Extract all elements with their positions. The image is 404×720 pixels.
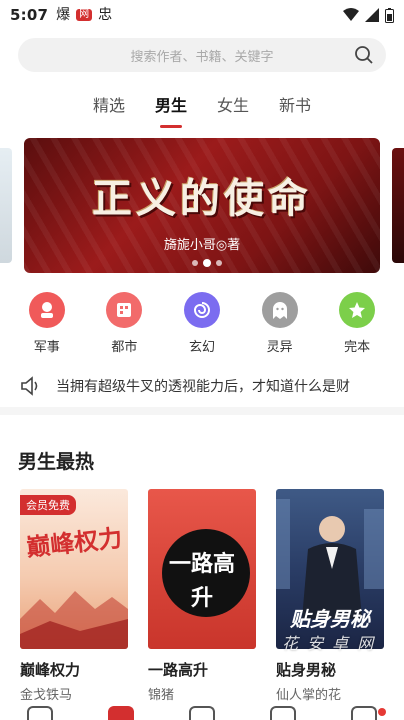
book-title: 一路高升 [148,661,209,679]
category-label: 玄幻 [188,340,215,355]
book-author: 锦猪 [148,688,175,703]
status-bar: 5:07 爆 网 忠 [0,0,404,30]
section-title: 男生最热 [18,451,95,473]
cover-title: 一路高升 [168,551,235,611]
nav-discover-icon[interactable] [269,706,296,720]
book-author: 仙人掌的花 [276,688,342,703]
banner-carousel: 正义的使命 旖旎小哥◎著 [0,130,404,280]
banner-next-peek[interactable] [392,148,404,263]
city-icon [106,292,143,328]
search-input[interactable]: 搜索作者、书籍、关键字 [18,38,386,72]
category-military[interactable]: 军事 [17,280,77,365]
channel-tabs: 精选 男生 女生 新书 [0,88,404,128]
carousel-dot [216,260,222,266]
cover-title: 巅峰权力 [24,523,124,562]
signal-icon [365,8,379,22]
watermark-text: 花 安 卓 网 [282,634,376,653]
book-card[interactable]: 巅峰权力 会员免费 巅峰权力 金戈铁马 [20,489,128,703]
status-time: 5:07 [10,6,49,24]
member-free-badge: 会员免费 [20,495,76,515]
nav-bookshelf-icon[interactable] [27,706,54,720]
carousel-dot-active [203,259,211,267]
notification-dot [378,708,386,716]
category-label: 都市 [111,340,138,355]
status-right [343,7,394,23]
book-cover: 巅峰权力 会员免费 [20,489,128,649]
bug-icon: 忠 [98,7,113,23]
category-grid: 军事 都市 玄幻 灵异 完本 [0,280,404,365]
carousel-dot [192,260,198,266]
category-label: 灵异 [266,340,293,355]
category-label: 完本 [344,340,371,355]
category-completed[interactable]: 完本 [327,280,387,365]
category-city[interactable]: 都市 [94,280,154,365]
soldier-icon [28,292,65,328]
tab-male[interactable]: 男生 [140,88,202,128]
book-card[interactable]: 一路高升 一路高升 锦猪 [148,489,256,703]
swirl-icon [183,292,220,328]
nav-bookstore-icon[interactable] [108,706,135,720]
banner-slide[interactable]: 正义的使命 旖旎小哥◎著 [24,138,380,273]
category-fantasy[interactable]: 玄幻 [172,280,232,365]
book-author: 金戈铁马 [20,688,73,703]
notice-bar[interactable]: 当拥有超级牛叉的透视能力后，才知道什么是财 [0,365,404,407]
book-title: 贴身男秘 [276,661,337,679]
star-icon [339,292,376,328]
category-supernatural[interactable]: 灵异 [250,280,310,365]
hot-books-section: 男生最热 巅峰权力 会员免费 巅峰权力 金戈铁马 一路高升 一路高升 锦猪 贴身… [0,415,404,705]
notice-text: 当拥有超级牛叉的透视能力后，才知道什么是财 [56,379,350,395]
book-card[interactable]: 贴身男秘 贴身男秘 仙人掌的花 [276,489,384,703]
tab-featured[interactable]: 精选 [78,88,140,124]
status-app-icons: 爆 网 忠 [56,8,112,22]
header: 搜索作者、书籍、关键字 精选 男生 女生 新书 [0,30,404,130]
banner-title: 正义的使命 [92,175,312,222]
wifi-icon [343,8,359,21]
banner-prev-peek[interactable] [0,148,12,263]
speaker-icon [21,376,38,396]
search-icon[interactable] [354,45,374,65]
tab-new-books[interactable]: 新书 [264,88,326,124]
banner-author: 旖旎小哥◎著 [163,238,241,253]
book-cover: 一路高升 [148,489,256,649]
cover-title: 贴身男秘 [290,607,370,631]
carousel-indicator [192,259,222,267]
tab-female[interactable]: 女生 [202,88,264,124]
book-title: 巅峰权力 [20,661,81,679]
flame-icon: 爆 [56,7,71,23]
ghost-icon [261,292,298,328]
category-label: 军事 [33,340,60,355]
book-cover: 贴身男秘 [276,489,384,649]
nav-category-icon[interactable] [188,706,215,720]
cover-art [20,591,128,649]
bottom-nav [0,705,404,720]
search-placeholder: 搜索作者、书籍、关键字 [130,49,274,65]
battery-icon [385,7,394,23]
nav-profile-icon[interactable] [350,706,377,720]
app-badge-icon: 网 [76,9,93,21]
